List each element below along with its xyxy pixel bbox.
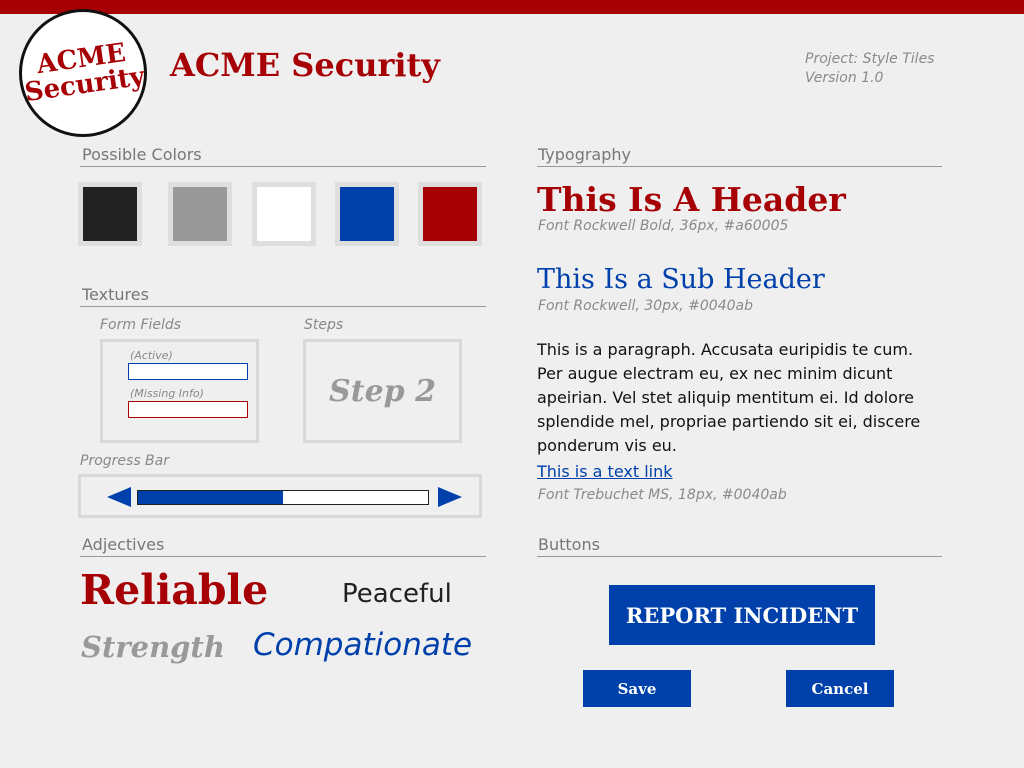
section-buttons-heading: Buttons <box>537 535 942 557</box>
color-swatch-red <box>418 182 482 246</box>
brand-title: ACME Security <box>170 46 440 84</box>
section-colors-label: Possible Colors <box>82 145 202 164</box>
header-font-note: Font Rockwell Bold, 36px, #a60005 <box>538 218 789 234</box>
step-indicator: Step 2 <box>329 373 436 409</box>
color-swatch-gray <box>168 182 232 246</box>
color-swatch-blue <box>335 182 399 246</box>
progress-fill <box>138 491 283 504</box>
section-adjectives-label: Adjectives <box>82 535 165 554</box>
progress-prev-arrow-icon[interactable] <box>107 487 131 507</box>
project-version: Version 1.0 <box>805 70 884 86</box>
section-adjectives-heading: Adjectives <box>80 535 486 557</box>
section-typography-heading: Typography <box>537 145 942 167</box>
paragraph-font-note: Font Trebuchet MS, 18px, #0040ab <box>538 487 787 503</box>
adjective-strength: Strength <box>81 630 225 664</box>
top-accent-bar <box>0 0 1024 14</box>
save-button[interactable]: Save <box>583 670 691 707</box>
section-typography-label: Typography <box>538 145 631 164</box>
steps-panel: Step 2 <box>303 339 462 443</box>
sample-text-link[interactable]: This is a text link <box>537 462 673 481</box>
sample-paragraph: This is a paragraph. Accusata euripidis … <box>537 340 921 455</box>
project-meta: Project: Style Tiles Version 1.0 <box>805 50 934 88</box>
progress-bar-label: Progress Bar <box>80 453 169 469</box>
form-fields-panel: (Active) (Missing Info) <box>100 339 259 443</box>
progress-bar-panel <box>78 474 482 518</box>
color-swatch-dark <box>78 182 142 246</box>
steps-label: Steps <box>304 317 344 333</box>
missing-field-label: (Missing Info) <box>130 387 204 400</box>
form-fields-label: Form Fields <box>100 317 182 333</box>
section-textures-heading: Textures <box>80 285 486 307</box>
missing-field-input[interactable] <box>128 401 248 418</box>
sample-header: This Is A Header <box>537 180 846 219</box>
active-field-input[interactable] <box>128 363 248 380</box>
acme-logo: ACME Security <box>19 9 147 137</box>
color-swatch-white <box>252 182 316 246</box>
section-colors-heading: Possible Colors <box>80 145 486 167</box>
section-buttons-label: Buttons <box>538 535 600 554</box>
report-incident-button[interactable]: REPORT INCIDENT <box>609 585 875 645</box>
adjective-reliable: Reliable <box>80 566 269 614</box>
section-textures-label: Textures <box>82 285 149 304</box>
progress-track <box>137 490 429 505</box>
subheader-font-note: Font Rockwell, 30px, #0040ab <box>538 298 753 314</box>
progress-next-arrow-icon[interactable] <box>438 487 462 507</box>
active-field-label: (Active) <box>130 349 173 362</box>
adjective-peaceful: Peaceful <box>342 579 452 609</box>
adjective-compationate: Compationate <box>253 627 473 663</box>
project-name: Project: Style Tiles <box>805 51 935 67</box>
sample-subheader: This Is a Sub Header <box>537 264 825 295</box>
cancel-button[interactable]: Cancel <box>786 670 894 707</box>
